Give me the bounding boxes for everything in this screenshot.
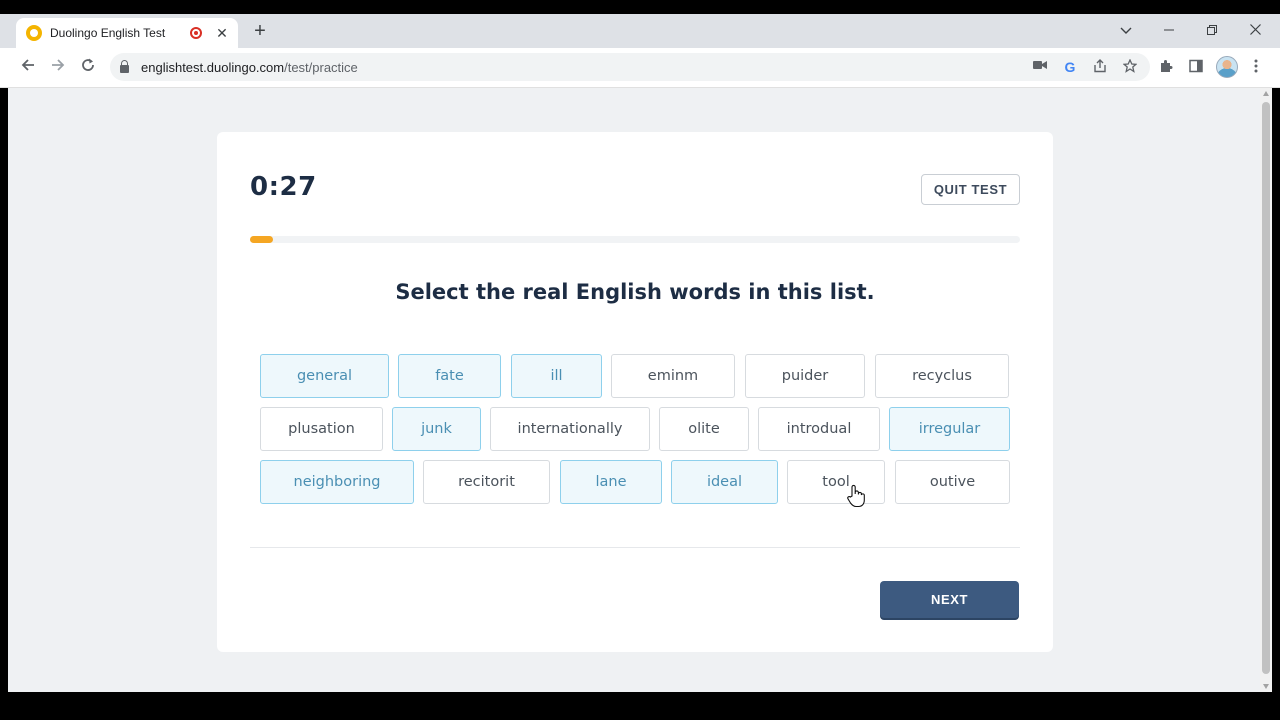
tab-title: Duolingo English Test xyxy=(50,26,166,40)
duolingo-favicon-icon xyxy=(26,25,42,41)
word-option[interactable]: plusation xyxy=(260,407,383,451)
profile-avatar[interactable] xyxy=(1216,56,1238,78)
divider xyxy=(250,547,1020,548)
browser-chrome: Duolingo English Test ✕ + englishtest.du… xyxy=(0,14,1280,88)
bookmark-star-icon[interactable] xyxy=(1122,58,1138,75)
countdown-timer: 0:27 xyxy=(250,172,317,202)
menu-kebab-icon[interactable] xyxy=(1244,56,1268,80)
side-panel-icon[interactable] xyxy=(1184,56,1208,80)
new-tab-button[interactable]: + xyxy=(250,21,270,42)
word-option[interactable]: eminm xyxy=(611,354,735,398)
word-option[interactable]: olite xyxy=(659,407,749,451)
forward-icon[interactable] xyxy=(46,56,70,80)
question-prompt: Select the real English words in this li… xyxy=(395,280,875,304)
scroll-down-icon[interactable] xyxy=(1263,684,1269,689)
word-option[interactable]: lane xyxy=(560,460,662,504)
url-text: englishtest.duolingo.com/test/practice xyxy=(141,59,358,75)
google-icon[interactable]: G xyxy=(1062,59,1078,75)
share-icon[interactable] xyxy=(1092,59,1108,75)
word-option[interactable]: outive xyxy=(895,460,1010,504)
word-option[interactable]: irregular xyxy=(889,407,1010,451)
camera-icon[interactable] xyxy=(1032,59,1048,75)
word-option[interactable]: general xyxy=(260,354,389,398)
word-option[interactable]: ill xyxy=(511,354,602,398)
browser-toolbar: englishtest.duolingo.com/test/practice G xyxy=(0,48,1280,88)
word-option[interactable]: recitorit xyxy=(423,460,550,504)
back-icon[interactable] xyxy=(16,56,40,80)
reload-icon[interactable] xyxy=(76,56,100,80)
next-button[interactable]: NEXT xyxy=(880,581,1019,618)
word-option[interactable]: junk xyxy=(392,407,481,451)
minimize-icon[interactable] xyxy=(1157,20,1181,40)
scroll-up-icon[interactable] xyxy=(1263,91,1269,96)
extensions-icon[interactable] xyxy=(1154,56,1178,80)
tab-close-icon[interactable]: ✕ xyxy=(214,25,230,42)
progress-bar xyxy=(250,236,1020,243)
tab-search-icon[interactable] xyxy=(1114,20,1138,40)
progress-bar-fill xyxy=(250,236,274,243)
word-option[interactable]: puider xyxy=(745,354,865,398)
word-option[interactable]: internationally xyxy=(490,407,650,451)
window-close-icon[interactable] xyxy=(1243,20,1267,40)
word-option[interactable]: recyclus xyxy=(875,354,1009,398)
word-option[interactable]: neighboring xyxy=(260,460,414,504)
tab-strip: Duolingo English Test ✕ + xyxy=(0,14,1280,48)
scrollbar-thumb[interactable] xyxy=(1262,102,1270,674)
tab-duolingo[interactable]: Duolingo English Test ✕ xyxy=(16,18,238,48)
word-option[interactable]: fate xyxy=(398,354,501,398)
word-option[interactable]: tool xyxy=(787,460,885,504)
word-option[interactable]: introdual xyxy=(758,407,880,451)
hand-cursor-icon xyxy=(847,484,865,508)
scrollbar[interactable] xyxy=(1260,88,1272,692)
address-bar[interactable]: englishtest.duolingo.com/test/practice G xyxy=(110,53,1150,81)
recording-icon xyxy=(190,27,202,39)
quit-test-button[interactable]: QUIT TEST xyxy=(921,174,1020,205)
word-option[interactable]: ideal xyxy=(671,460,778,504)
restore-icon[interactable] xyxy=(1200,20,1224,40)
lock-icon xyxy=(120,60,129,73)
